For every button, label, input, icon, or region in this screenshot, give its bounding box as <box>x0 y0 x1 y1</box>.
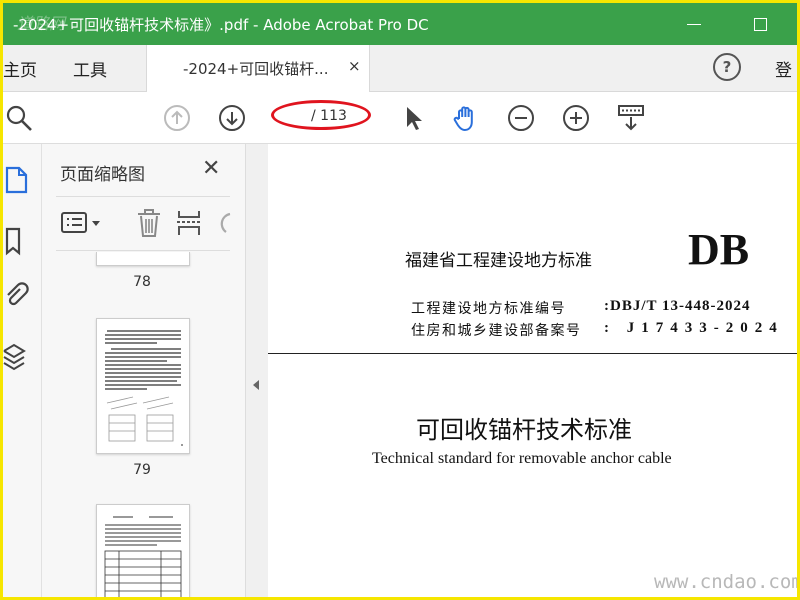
panel-title: 页面缩略图 <box>60 165 145 185</box>
tab-home[interactable]: 主页 <box>3 56 37 81</box>
hand-tool-icon[interactable] <box>451 103 481 133</box>
zoom-out-icon[interactable] <box>506 103 536 133</box>
document-title-zh: 可回收锚杆技术标准 <box>416 416 632 444</box>
thumbnail-options-icon[interactable] <box>60 210 104 236</box>
search-icon[interactable] <box>5 103 35 133</box>
layers-icon[interactable] <box>3 342 33 372</box>
tab-bar: 主页 工具 -2024+可回收锚杆... × ? 登 <box>3 45 797 92</box>
minimize-icon <box>687 24 701 25</box>
panel-splitter[interactable] <box>245 144 269 597</box>
scroll-mode-icon[interactable] <box>616 103 646 133</box>
divider <box>56 250 230 251</box>
document-view: 福建省工程建设地方标准 DB 工程建设地方标准编号 :DBJ/T 13-448-… <box>268 144 797 597</box>
page-label-79: 79 <box>133 462 151 478</box>
next-page-icon[interactable] <box>217 103 247 133</box>
collapse-arrow-icon[interactable] <box>253 380 259 390</box>
document-title-en: Technical standard for removable anchor … <box>372 450 672 467</box>
thumbnails-panel: 页面缩略图 ✕ 78 79 <box>42 144 271 597</box>
number-label: 工程建设地方标准编号 <box>411 301 566 317</box>
horizontal-rule <box>268 353 797 354</box>
select-arrow-icon[interactable] <box>398 103 428 133</box>
page-thumbnail-79[interactable] <box>96 318 190 454</box>
delete-page-icon[interactable] <box>136 208 162 238</box>
help-icon[interactable]: ? <box>713 53 741 81</box>
tab-document[interactable]: -2024+可回收锚杆... × <box>146 45 370 92</box>
maximize-icon <box>753 18 767 31</box>
site-watermark: www.cndao.com <box>654 571 800 593</box>
close-panel-button[interactable]: ✕ <box>202 156 220 181</box>
page-label-78: 78 <box>133 274 151 290</box>
tab-tools[interactable]: 工具 <box>73 56 107 81</box>
close-tab-button[interactable]: × <box>348 57 361 75</box>
db-mark: DB <box>688 225 750 274</box>
navigation-rail <box>3 144 42 597</box>
standard-type: 福建省工程建设地方标准 <box>405 251 592 271</box>
page-number-box[interactable]: / 113 <box>271 100 371 132</box>
prev-page-icon[interactable] <box>162 103 192 133</box>
toolbar: / 113 <box>3 92 797 144</box>
page-thumbnails-icon[interactable] <box>3 164 33 196</box>
maximize-button[interactable] <box>745 9 775 39</box>
sign-in-link[interactable]: 登 <box>775 56 792 81</box>
window-title: -2024+可回收锚杆技术标准》.pdf - Adobe Acrobat Pro… <box>13 16 429 34</box>
zoom-in-icon[interactable] <box>561 103 591 133</box>
app-window: 道路网 -2024+可回收锚杆技术标准》.pdf - Adobe Acrobat… <box>0 0 800 600</box>
document-tab-label: -2024+可回收锚杆... <box>183 60 329 78</box>
highlight-ellipse <box>271 100 371 130</box>
filing-label: 住房和城乡建设部备案号 <box>411 323 582 339</box>
filing-value: : J17433-2024 <box>604 320 784 336</box>
page-thumbnail-80[interactable] <box>96 504 190 597</box>
divider <box>56 196 230 197</box>
rotate-page-icon[interactable] <box>216 210 232 236</box>
page-thumbnail-78[interactable] <box>96 252 190 266</box>
extract-page-icon[interactable] <box>176 208 202 238</box>
bookmarks-icon[interactable] <box>3 226 33 256</box>
title-bar: 道路网 -2024+可回收锚杆技术标准》.pdf - Adobe Acrobat… <box>3 3 797 45</box>
number-value: :DBJ/T 13-448-2024 <box>604 298 751 314</box>
minimize-button[interactable] <box>679 9 709 39</box>
attachments-icon[interactable] <box>3 282 33 312</box>
